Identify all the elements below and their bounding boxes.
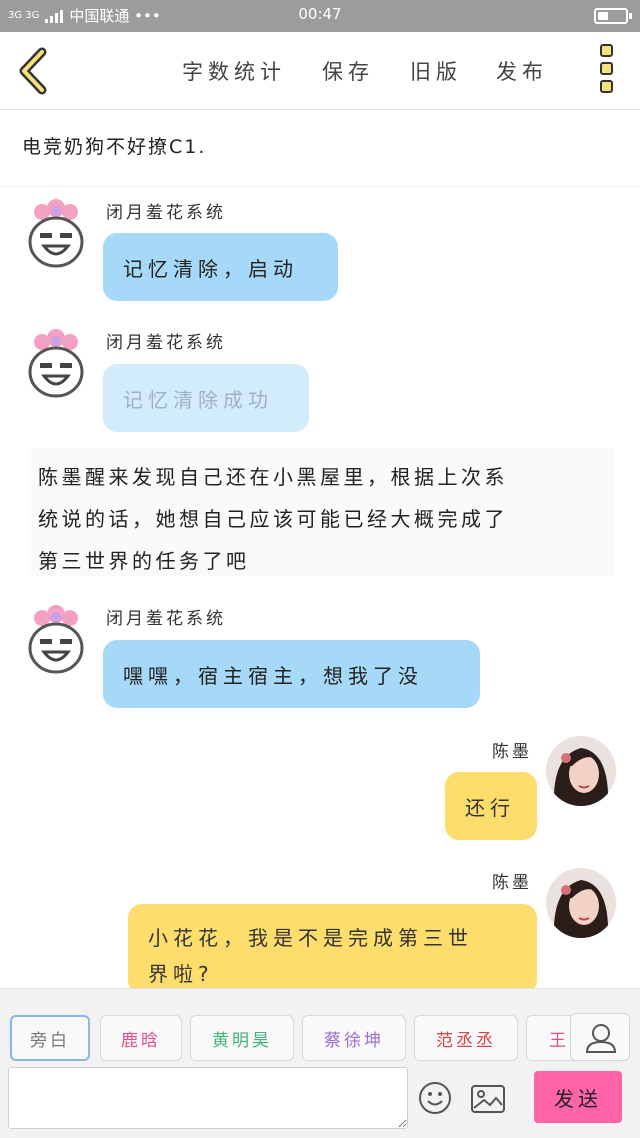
- emoji-button[interactable]: [418, 1081, 452, 1115]
- message-bubble[interactable]: 还行: [445, 772, 537, 840]
- composer-panel: 旁白 鹿晗 黄明昊 蔡徐坤 范丞丞 王 发送: [0, 988, 640, 1138]
- chevron-left-icon: [19, 47, 47, 95]
- message-bubble[interactable]: 小花花，我是不是完成第三世 界啦?: [128, 904, 537, 994]
- save-button[interactable]: 保存: [322, 56, 374, 86]
- add-character-button[interactable]: [570, 1013, 630, 1061]
- word-count-button[interactable]: 字数统计: [182, 56, 286, 86]
- back-button[interactable]: [12, 46, 56, 96]
- narration-line: 第三世界的任务了吧: [38, 549, 250, 573]
- sender-name: 闭月羞花系统: [106, 333, 226, 353]
- smiley-icon: [419, 1082, 451, 1114]
- divider: [0, 186, 640, 187]
- sender-name: 闭月羞花系统: [106, 203, 226, 223]
- image-button[interactable]: [470, 1083, 506, 1115]
- character-chip-narrator[interactable]: 旁白: [10, 1015, 90, 1061]
- message-bubble[interactable]: 记忆清除，启动: [103, 233, 338, 301]
- system-avatar[interactable]: [24, 326, 88, 400]
- system-avatar[interactable]: [24, 602, 88, 676]
- message-bubble[interactable]: 记忆清除成功: [103, 364, 309, 432]
- character-chip[interactable]: 鹿晗: [100, 1015, 182, 1061]
- flower-face-icon: [28, 605, 84, 674]
- image-icon: [471, 1085, 505, 1113]
- sender-name: 陈墨: [492, 873, 532, 893]
- character-chip[interactable]: 范丞丞: [414, 1015, 518, 1061]
- send-button[interactable]: 发送: [534, 1071, 622, 1123]
- sender-name: 陈墨: [492, 742, 532, 762]
- sender-name: 闭月羞花系统: [106, 609, 226, 629]
- user-avatar[interactable]: [546, 868, 616, 938]
- avatar-photo: [546, 736, 616, 806]
- bubble-line: 界啦?: [148, 962, 214, 986]
- message-input[interactable]: [8, 1067, 408, 1129]
- user-avatar[interactable]: [546, 736, 616, 806]
- story-title[interactable]: 电竞奶狗不好撩C1.: [22, 132, 206, 159]
- editor-toolbar: 字数统计 保存 旧版 发布: [0, 32, 640, 110]
- character-chip[interactable]: 黄明昊: [190, 1015, 294, 1061]
- narration-line: 陈墨醒来发现自己还在小黑屋里，根据上次系: [38, 465, 508, 489]
- character-chip[interactable]: 蔡徐坤: [302, 1015, 406, 1061]
- flower-face-icon: [28, 329, 84, 398]
- narration-block[interactable]: 陈墨醒来发现自己还在小黑屋里，根据上次系 统说的话，她想自己应该可能已经大概完成…: [28, 448, 614, 576]
- message-bubble[interactable]: 嘿嘿，宿主宿主，想我了没: [103, 640, 480, 708]
- status-bar: 3G 3G 中国联通 ••• 00:47: [0, 0, 640, 32]
- flower-face-icon: [28, 199, 84, 268]
- battery-icon: [594, 8, 632, 24]
- publish-button[interactable]: 发布: [496, 56, 548, 86]
- clock: 00:47: [298, 5, 342, 23]
- person-icon: [585, 1024, 617, 1053]
- old-version-button[interactable]: 旧版: [410, 56, 462, 86]
- narration-line: 统说的话，她想自己应该可能已经大概完成了: [38, 507, 508, 531]
- system-avatar[interactable]: [24, 196, 88, 270]
- bubble-line: 小花花，我是不是完成第三世: [148, 926, 473, 950]
- more-menu-icon[interactable]: [592, 44, 620, 98]
- avatar-photo: [546, 868, 616, 938]
